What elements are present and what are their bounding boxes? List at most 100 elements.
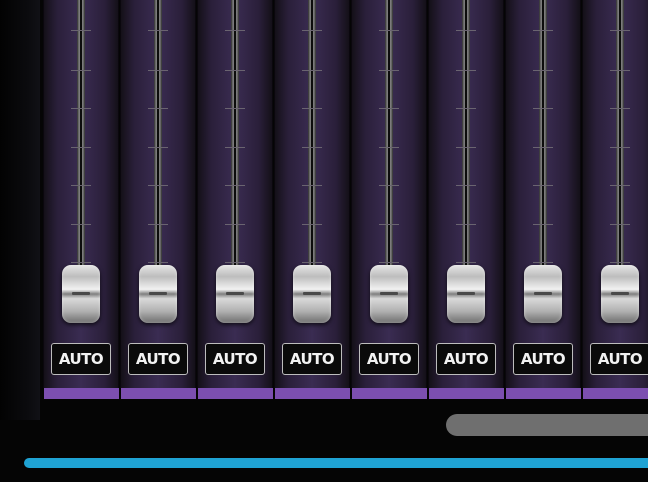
- fader-scale-tick: [148, 262, 168, 263]
- mixer-left-bezel: [0, 0, 40, 420]
- fader-knob[interactable]: [370, 265, 408, 323]
- fader-scale-tick: [302, 262, 322, 263]
- channel-select-strip[interactable]: [198, 388, 273, 399]
- fader-scale-tick: [71, 262, 91, 263]
- fader-knob[interactable]: [601, 265, 639, 323]
- fader-scale-tick: [302, 224, 322, 225]
- channel-select-strip[interactable]: [44, 388, 119, 399]
- fader-track: [385, 0, 393, 268]
- fader-scale-tick: [456, 224, 476, 225]
- fader-knob[interactable]: [293, 265, 331, 323]
- channel-strip: AUTO: [505, 0, 581, 388]
- fader-track: [616, 0, 624, 268]
- fader-scale-tick: [225, 262, 245, 263]
- horizontal-scrollbar-thumb[interactable]: [446, 414, 648, 436]
- fader-scale-tick: [456, 185, 476, 186]
- fader-scale-tick: [456, 147, 476, 148]
- fader-scale-tick: [379, 108, 399, 109]
- fader-scale-tick: [302, 147, 322, 148]
- fader-scale-tick: [71, 147, 91, 148]
- channel-strip: AUTO: [197, 0, 273, 388]
- auto-button[interactable]: AUTO: [282, 343, 342, 375]
- fader-scale-tick: [610, 70, 630, 71]
- channel-select-strip[interactable]: [429, 388, 504, 399]
- fader-scale-tick: [379, 224, 399, 225]
- fader-scale-tick: [225, 108, 245, 109]
- fader-scale-tick: [148, 224, 168, 225]
- fader-scale-tick: [71, 30, 91, 31]
- fader-scale-tick: [610, 262, 630, 263]
- fader-knob[interactable]: [139, 265, 177, 323]
- auto-button[interactable]: AUTO: [590, 343, 648, 375]
- fader-knob[interactable]: [524, 265, 562, 323]
- fader-scale-tick: [456, 108, 476, 109]
- fader-scale-tick: [379, 262, 399, 263]
- fader-track: [539, 0, 547, 268]
- fader-scale-tick: [533, 70, 553, 71]
- fader-scale-tick: [225, 147, 245, 148]
- fader-knob[interactable]: [447, 265, 485, 323]
- fader-scale-tick: [533, 30, 553, 31]
- fader-scale-tick: [379, 185, 399, 186]
- fader-scale-tick: [533, 224, 553, 225]
- fader-track: [462, 0, 470, 268]
- fader-scale-tick: [71, 224, 91, 225]
- fader-track: [308, 0, 316, 268]
- auto-button[interactable]: AUTO: [359, 343, 419, 375]
- fader-track: [77, 0, 85, 268]
- fader-scale-tick: [610, 108, 630, 109]
- fader-scale-tick: [456, 70, 476, 71]
- channel-select-strip[interactable]: [583, 388, 648, 399]
- fader-scale-tick: [225, 70, 245, 71]
- fader-scale-tick: [610, 30, 630, 31]
- fader-scale-tick: [225, 224, 245, 225]
- fader-scale-tick: [225, 30, 245, 31]
- fader-scale-tick: [533, 108, 553, 109]
- fader-scale-tick: [533, 147, 553, 148]
- channel-strip: AUTO: [351, 0, 427, 388]
- fader-scale-tick: [456, 262, 476, 263]
- fader-scale-tick: [148, 70, 168, 71]
- fader-scale-tick: [225, 185, 245, 186]
- auto-button[interactable]: AUTO: [513, 343, 573, 375]
- fader-scale-tick: [302, 108, 322, 109]
- master-level-bar: [24, 458, 648, 468]
- fader-scale-tick: [533, 185, 553, 186]
- fader-scale-tick: [610, 185, 630, 186]
- fader-scale-tick: [302, 70, 322, 71]
- channel-select-strip[interactable]: [121, 388, 196, 399]
- fader-track: [154, 0, 162, 268]
- fader-scale-tick: [610, 224, 630, 225]
- fader-scale-tick: [71, 108, 91, 109]
- auto-button[interactable]: AUTO: [51, 343, 111, 375]
- fader-track: [231, 0, 239, 268]
- fader-scale-tick: [379, 70, 399, 71]
- fader-scale-tick: [302, 185, 322, 186]
- fader-scale-tick: [302, 30, 322, 31]
- fader-scale-tick: [148, 185, 168, 186]
- channel-select-strip[interactable]: [352, 388, 427, 399]
- channel-select-strip[interactable]: [275, 388, 350, 399]
- fader-scale-tick: [379, 147, 399, 148]
- fader-scale-tick: [533, 262, 553, 263]
- auto-button[interactable]: AUTO: [205, 343, 265, 375]
- fader-scale-tick: [610, 147, 630, 148]
- channel-strip: AUTO: [428, 0, 504, 388]
- fader-knob[interactable]: [62, 265, 100, 323]
- channel-select-strip[interactable]: [506, 388, 581, 399]
- fader-scale-tick: [148, 147, 168, 148]
- fader-scale-tick: [379, 30, 399, 31]
- fader-scale-tick: [148, 108, 168, 109]
- fader-scale-tick: [148, 30, 168, 31]
- fader-scale-tick: [71, 70, 91, 71]
- channel-strip: AUTO: [274, 0, 350, 388]
- channel-strip: AUTO: [43, 0, 119, 388]
- auto-button[interactable]: AUTO: [436, 343, 496, 375]
- fader-knob[interactable]: [216, 265, 254, 323]
- fader-scale-tick: [71, 185, 91, 186]
- auto-button[interactable]: AUTO: [128, 343, 188, 375]
- mixer-panel: AUTO AUTO AUTO AUTO AUTO AUTO AUTO AUTO: [0, 0, 648, 482]
- fader-scale-tick: [456, 30, 476, 31]
- channel-strip: AUTO: [582, 0, 648, 388]
- channel-strip: AUTO: [120, 0, 196, 388]
